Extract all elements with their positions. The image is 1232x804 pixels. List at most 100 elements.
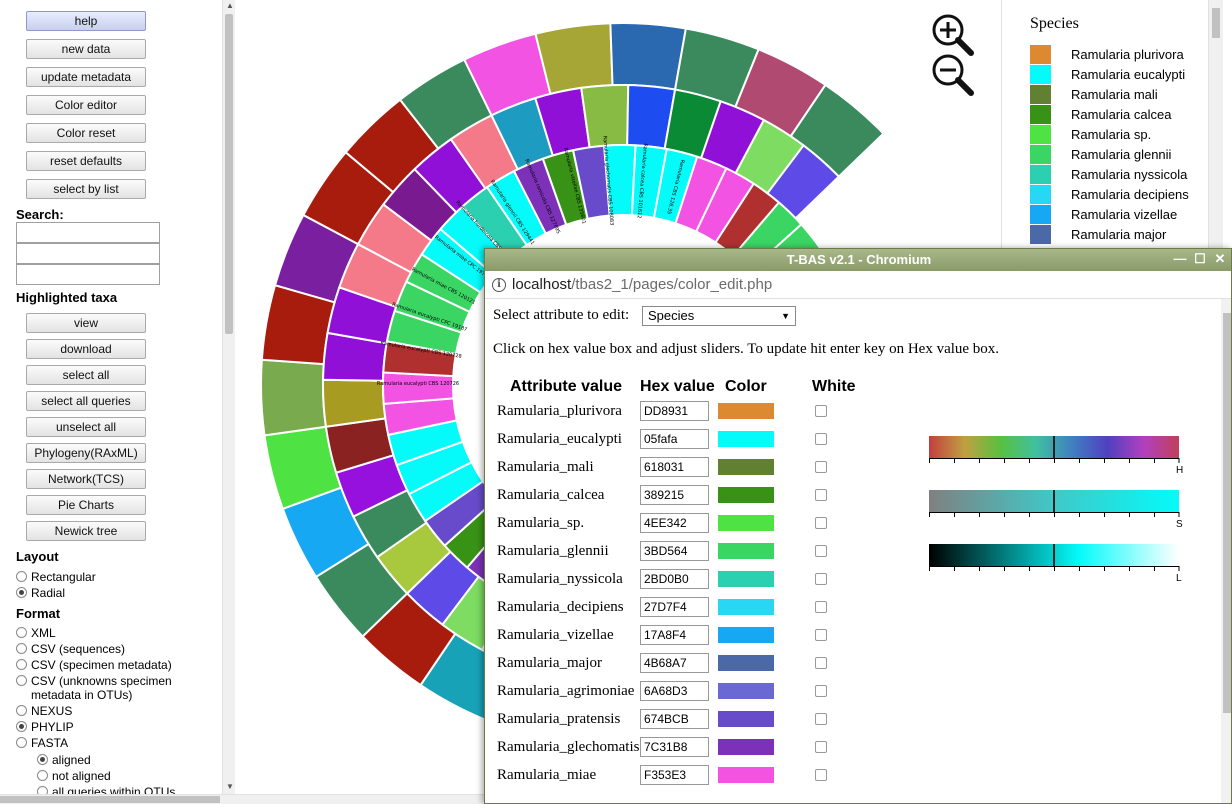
color-swatch[interactable]	[718, 571, 774, 587]
highlight-button-7[interactable]: Pie Charts	[26, 495, 146, 515]
radio-button[interactable]	[16, 587, 27, 598]
highlight-button-5[interactable]: Phylogeny(RAxML)	[26, 443, 146, 463]
white-checkbox[interactable]	[815, 629, 827, 641]
hex-value-input[interactable]: 27D7F4	[640, 597, 709, 617]
close-icon[interactable]: ✕	[1213, 252, 1227, 266]
layout-option-1[interactable]: Radial	[16, 586, 65, 600]
fasta-option-0[interactable]: aligned	[37, 753, 91, 767]
radio-button[interactable]	[37, 786, 48, 794]
radio-button[interactable]	[16, 737, 27, 748]
color-swatch[interactable]	[718, 487, 774, 503]
sidebar-scroll-thumb[interactable]	[225, 14, 233, 334]
hex-value-input[interactable]: F353E3	[640, 765, 709, 785]
format-option-5[interactable]: PHYLIP	[16, 720, 74, 734]
info-icon[interactable]: i	[492, 278, 506, 292]
attribute-select[interactable]: Species ▼	[642, 306, 796, 326]
radio-button[interactable]	[16, 675, 27, 686]
white-checkbox[interactable]	[815, 573, 827, 585]
sidebar-button-5[interactable]: reset defaults	[26, 151, 146, 171]
white-checkbox[interactable]	[815, 489, 827, 501]
sidebar-button-3[interactable]: Color editor	[26, 95, 146, 115]
slider-handle[interactable]	[1053, 490, 1055, 512]
radio-button[interactable]	[16, 571, 27, 582]
white-checkbox[interactable]	[815, 769, 827, 781]
hex-value-input[interactable]: 17A8F4	[640, 625, 709, 645]
sidebar-button-1[interactable]: new data	[26, 39, 146, 59]
color-swatch[interactable]	[718, 543, 774, 559]
sidebar-button-4[interactable]: Color reset	[26, 123, 146, 143]
slider-l[interactable]: L	[929, 544, 1182, 584]
color-swatch[interactable]	[718, 767, 774, 783]
radio-button[interactable]	[16, 705, 27, 716]
color-swatch[interactable]	[718, 599, 774, 615]
search-input-3[interactable]	[16, 264, 160, 285]
format-option-6[interactable]: FASTA	[16, 736, 68, 750]
legend-scroll-thumb[interactable]	[1212, 8, 1220, 38]
slider-handle[interactable]	[1053, 436, 1055, 458]
popup-scroll-thumb[interactable]	[1223, 313, 1231, 713]
white-checkbox[interactable]	[815, 601, 827, 613]
radio-button[interactable]	[37, 770, 48, 781]
format-option-2[interactable]: CSV (specimen metadata)	[16, 658, 172, 672]
fasta-option-2[interactable]: all queries within OTUs	[37, 785, 175, 794]
slider-h[interactable]: H	[929, 436, 1183, 476]
white-checkbox[interactable]	[815, 405, 827, 417]
layout-option-0[interactable]: Rectangular	[16, 570, 96, 584]
white-checkbox[interactable]	[815, 713, 827, 725]
highlight-button-3[interactable]: select all queries	[26, 391, 146, 411]
search-input-2[interactable]	[16, 243, 160, 264]
hex-value-input[interactable]: 2BD0B0	[640, 569, 709, 589]
hex-value-input[interactable]: 674BCB	[640, 709, 709, 729]
zoom-in-icon[interactable]	[930, 12, 974, 56]
url-bar[interactable]: i localhost/tbas2_1/pages/color_edit.php	[485, 271, 1231, 299]
hex-value-input[interactable]: 7C31B8	[640, 737, 709, 757]
white-checkbox[interactable]	[815, 741, 827, 753]
highlight-button-8[interactable]: Newick tree	[26, 521, 146, 541]
hex-value-input[interactable]: 4EE342	[640, 513, 709, 533]
color-swatch[interactable]	[718, 431, 774, 447]
highlight-button-0[interactable]: view	[26, 313, 146, 333]
highlight-button-6[interactable]: Network(TCS)	[26, 469, 146, 489]
horizontal-scroll-thumb[interactable]	[0, 796, 220, 803]
slider-s[interactable]: S	[929, 490, 1183, 530]
scroll-down-arrow-icon[interactable]: ▼	[226, 782, 234, 791]
color-swatch[interactable]	[718, 683, 774, 699]
sidebar-scrollbar[interactable]: ▲ ▼	[222, 0, 235, 794]
sidebar-button-2[interactable]: update metadata	[26, 67, 146, 87]
hex-value-input[interactable]: 618031	[640, 457, 709, 477]
radio-button[interactable]	[16, 721, 27, 732]
format-option-4[interactable]: NEXUS	[16, 704, 72, 718]
color-swatch[interactable]	[718, 739, 774, 755]
format-option-0[interactable]: XML	[16, 626, 56, 640]
hex-value-input[interactable]: 05fafa	[640, 429, 709, 449]
slider-handle[interactable]	[1053, 544, 1055, 566]
radio-button[interactable]	[16, 643, 27, 654]
legend-scrollbar[interactable]	[1209, 0, 1223, 250]
color-swatch[interactable]	[718, 627, 774, 643]
white-checkbox[interactable]	[815, 545, 827, 557]
radio-button[interactable]	[16, 627, 27, 638]
sidebar-button-0[interactable]: help	[26, 11, 146, 31]
color-swatch[interactable]	[718, 459, 774, 475]
scroll-up-arrow-icon[interactable]: ▲	[226, 1, 234, 10]
hex-value-input[interactable]: DD8931	[640, 401, 709, 421]
format-option-1[interactable]: CSV (sequences)	[16, 642, 125, 656]
color-swatch[interactable]	[718, 403, 774, 419]
white-checkbox[interactable]	[815, 461, 827, 473]
color-swatch[interactable]	[718, 655, 774, 671]
minimize-icon[interactable]: —	[1173, 252, 1187, 266]
highlight-button-2[interactable]: select all	[26, 365, 146, 385]
zoom-out-icon[interactable]	[930, 52, 974, 96]
highlight-button-1[interactable]: download	[26, 339, 146, 359]
color-swatch[interactable]	[718, 515, 774, 531]
white-checkbox[interactable]	[815, 517, 827, 529]
radio-button[interactable]	[37, 754, 48, 765]
hex-value-input[interactable]: 389215	[640, 485, 709, 505]
highlight-button-4[interactable]: unselect all	[26, 417, 146, 437]
hex-value-input[interactable]: 4B68A7	[640, 653, 709, 673]
hex-value-input[interactable]: 6A68D3	[640, 681, 709, 701]
format-option-3[interactable]: CSV (unknowns specimen metadata in OTUs)	[16, 674, 172, 702]
sidebar-button-6[interactable]: select by list	[26, 179, 146, 199]
white-checkbox[interactable]	[815, 685, 827, 697]
white-checkbox[interactable]	[815, 433, 827, 445]
